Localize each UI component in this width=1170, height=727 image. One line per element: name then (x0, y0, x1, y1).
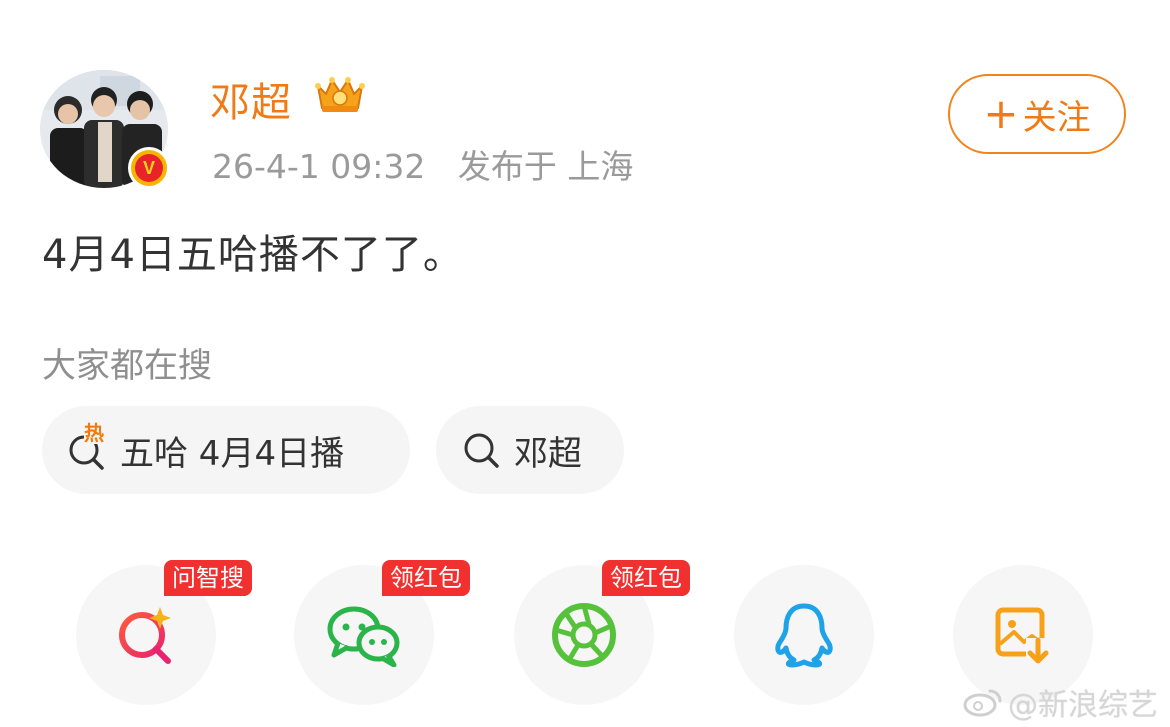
search-chip-label: 邓超 (514, 433, 582, 474)
moments-icon (552, 603, 616, 667)
verified-mark: V (135, 154, 163, 182)
verified-badge: V (128, 147, 170, 189)
wechat-icon (327, 606, 400, 667)
post-meta: 26-4-1 09:32 发布于 上海 (212, 140, 633, 188)
post-text: 4月4日五哈播不了了。 (42, 232, 464, 278)
plus-icon: + (983, 89, 1019, 138)
crown-icon (312, 72, 368, 116)
watermark: @新浪综艺 (962, 680, 1158, 724)
weibo-logo-icon (963, 689, 1002, 717)
author-name[interactable]: 邓超 (210, 70, 292, 128)
search-chip-hot[interactable]: 热 五哈 4月4日播 (42, 406, 410, 494)
share-tag: 问智搜 (164, 560, 252, 596)
follow-label: 关注 (1022, 97, 1091, 138)
search-icon (460, 428, 504, 472)
search-heading: 大家都在搜 (42, 346, 212, 386)
ai-search-icon (119, 607, 171, 664)
qq-icon (775, 603, 833, 668)
post-time: 26-4-1 09:32 (212, 147, 426, 186)
share-tag: 领红包 (382, 560, 470, 596)
search-chip-name[interactable]: 邓超 (436, 406, 624, 494)
share-tag: 领红包 (602, 560, 690, 596)
follow-button[interactable]: + 关注 (948, 74, 1126, 154)
share-qq-button[interactable] (734, 565, 874, 705)
search-chip-label: 五哈 4月4日播 (120, 433, 345, 474)
post-location: 发布于 上海 (457, 147, 634, 186)
save-image-icon (995, 607, 1052, 664)
hot-glyph: 热 (84, 421, 104, 445)
watermark-text: @新浪综艺 (1008, 688, 1158, 723)
hot-search-icon: 热 (66, 422, 110, 472)
